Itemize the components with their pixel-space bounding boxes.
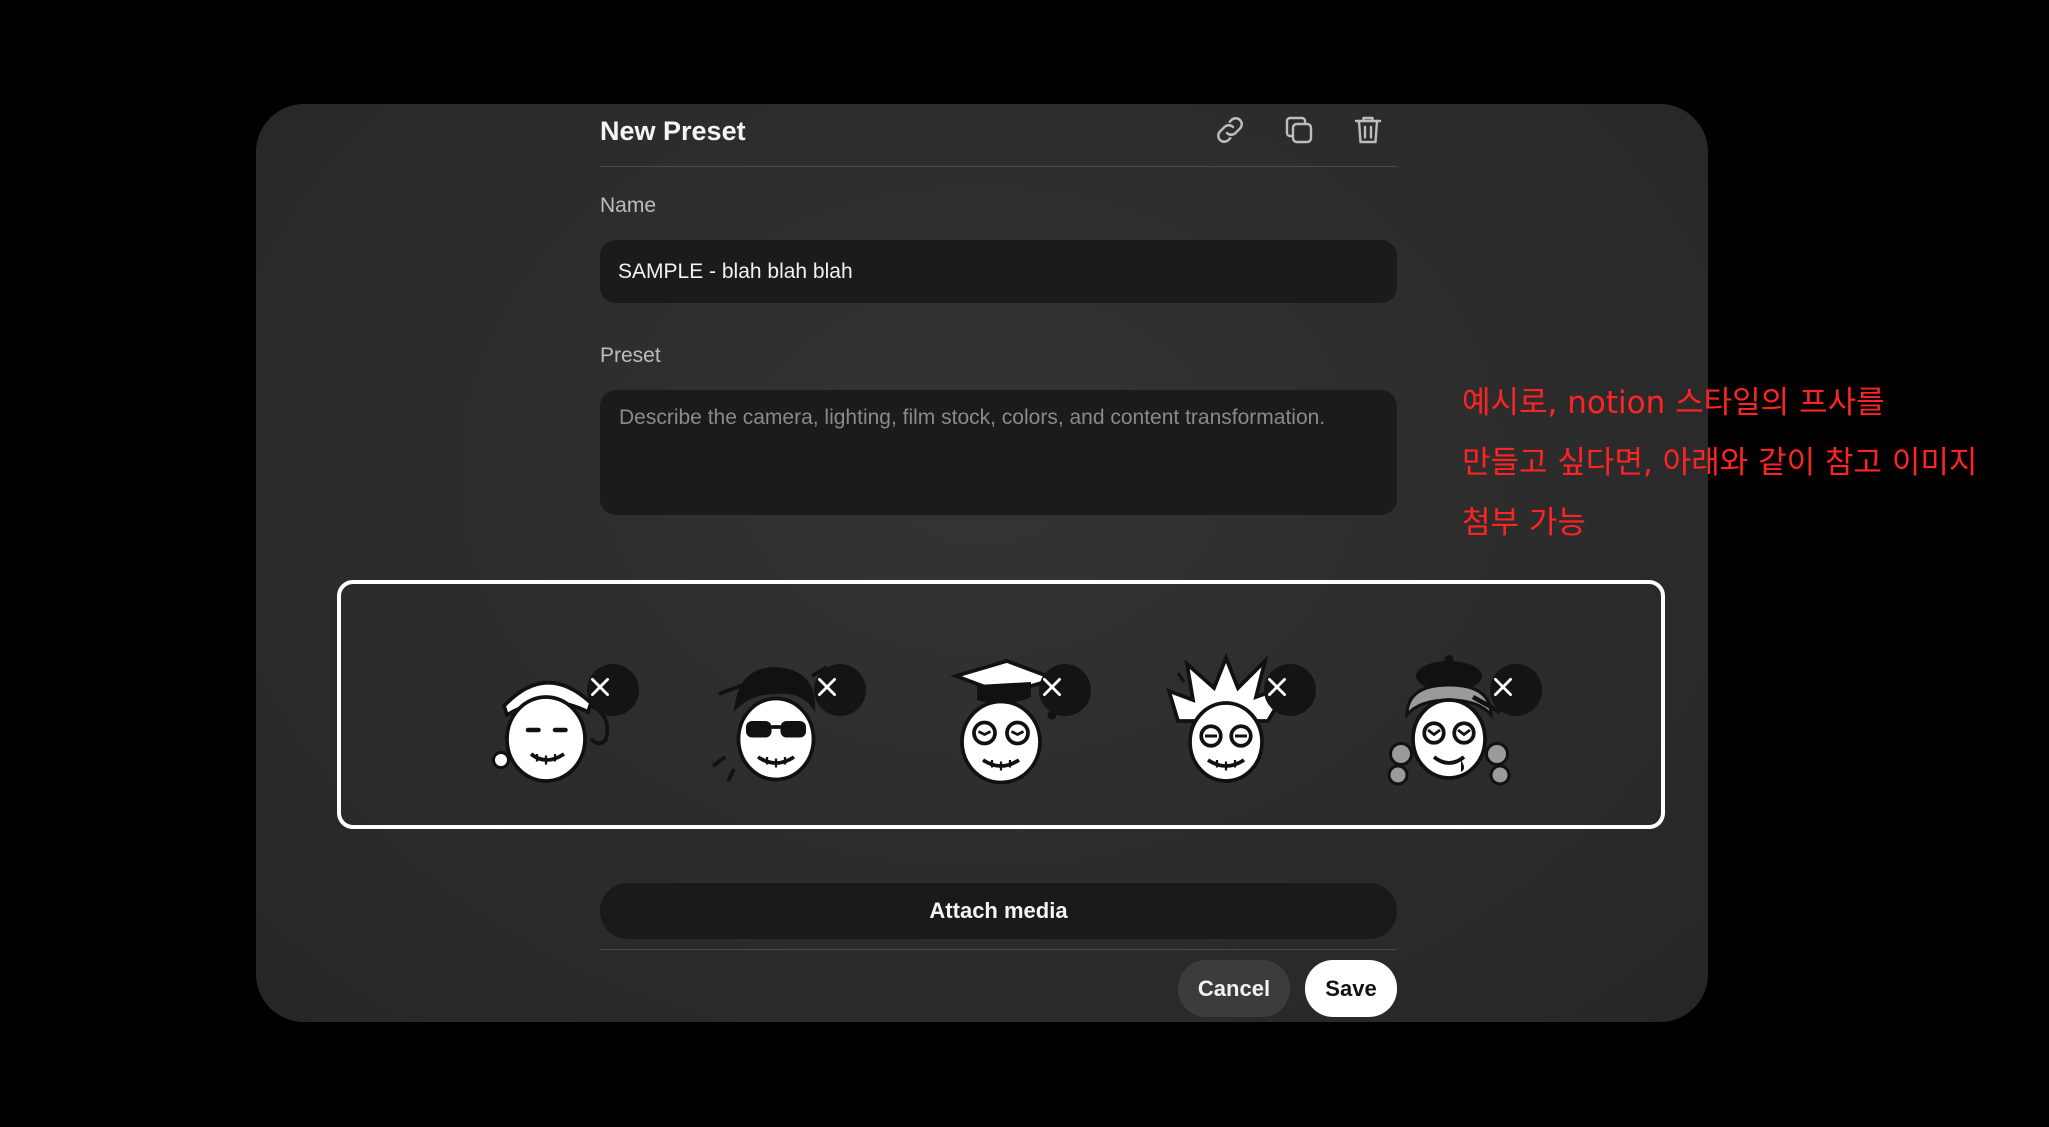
copy-icon[interactable] — [1279, 110, 1319, 150]
close-icon — [818, 678, 836, 696]
close-icon — [591, 678, 609, 696]
remove-media-button[interactable] — [1490, 664, 1542, 716]
remove-media-button[interactable] — [1264, 664, 1316, 716]
save-button[interactable]: Save — [1305, 960, 1397, 1017]
annotation-note: 예시로, notion 스타일의 프사를 만들고 싶다면, 아래와 같이 참고 … — [1462, 373, 2022, 553]
annotation-line: 만들고 싶다면, 아래와 같이 참고 이미지 — [1462, 445, 1978, 481]
close-icon — [1494, 678, 1512, 696]
close-icon — [1043, 678, 1061, 696]
media-thumbnail[interactable] — [698, 636, 866, 796]
annotation-line: 첨부 가능 — [1462, 505, 1586, 541]
trash-icon[interactable] — [1348, 110, 1388, 150]
close-icon — [1268, 678, 1286, 696]
remove-media-button[interactable] — [1039, 664, 1091, 716]
dialog-header: New Preset — [600, 104, 1397, 167]
media-thumbnail[interactable] — [1148, 636, 1316, 796]
media-thumbnail[interactable] — [1374, 636, 1542, 796]
cancel-button[interactable]: Cancel — [1178, 960, 1290, 1017]
link-icon[interactable] — [1210, 110, 1250, 150]
remove-media-button[interactable] — [587, 664, 639, 716]
dialog-title: New Preset — [600, 116, 746, 146]
media-thumbnail[interactable] — [471, 636, 639, 796]
preset-form: New Preset Name Preset — [600, 104, 1397, 515]
name-label: Name — [600, 194, 657, 217]
preset-label: Preset — [600, 344, 661, 367]
footer-divider — [600, 949, 1397, 950]
attach-media-button[interactable]: Attach media — [600, 883, 1397, 939]
attached-media-strip — [337, 580, 1665, 829]
preset-field[interactable] — [600, 390, 1397, 515]
media-thumbnail[interactable] — [923, 636, 1091, 796]
annotation-line: 예시로, notion 스타일의 프사를 — [1462, 385, 1885, 421]
name-field[interactable] — [600, 240, 1397, 303]
remove-media-button[interactable] — [814, 664, 866, 716]
